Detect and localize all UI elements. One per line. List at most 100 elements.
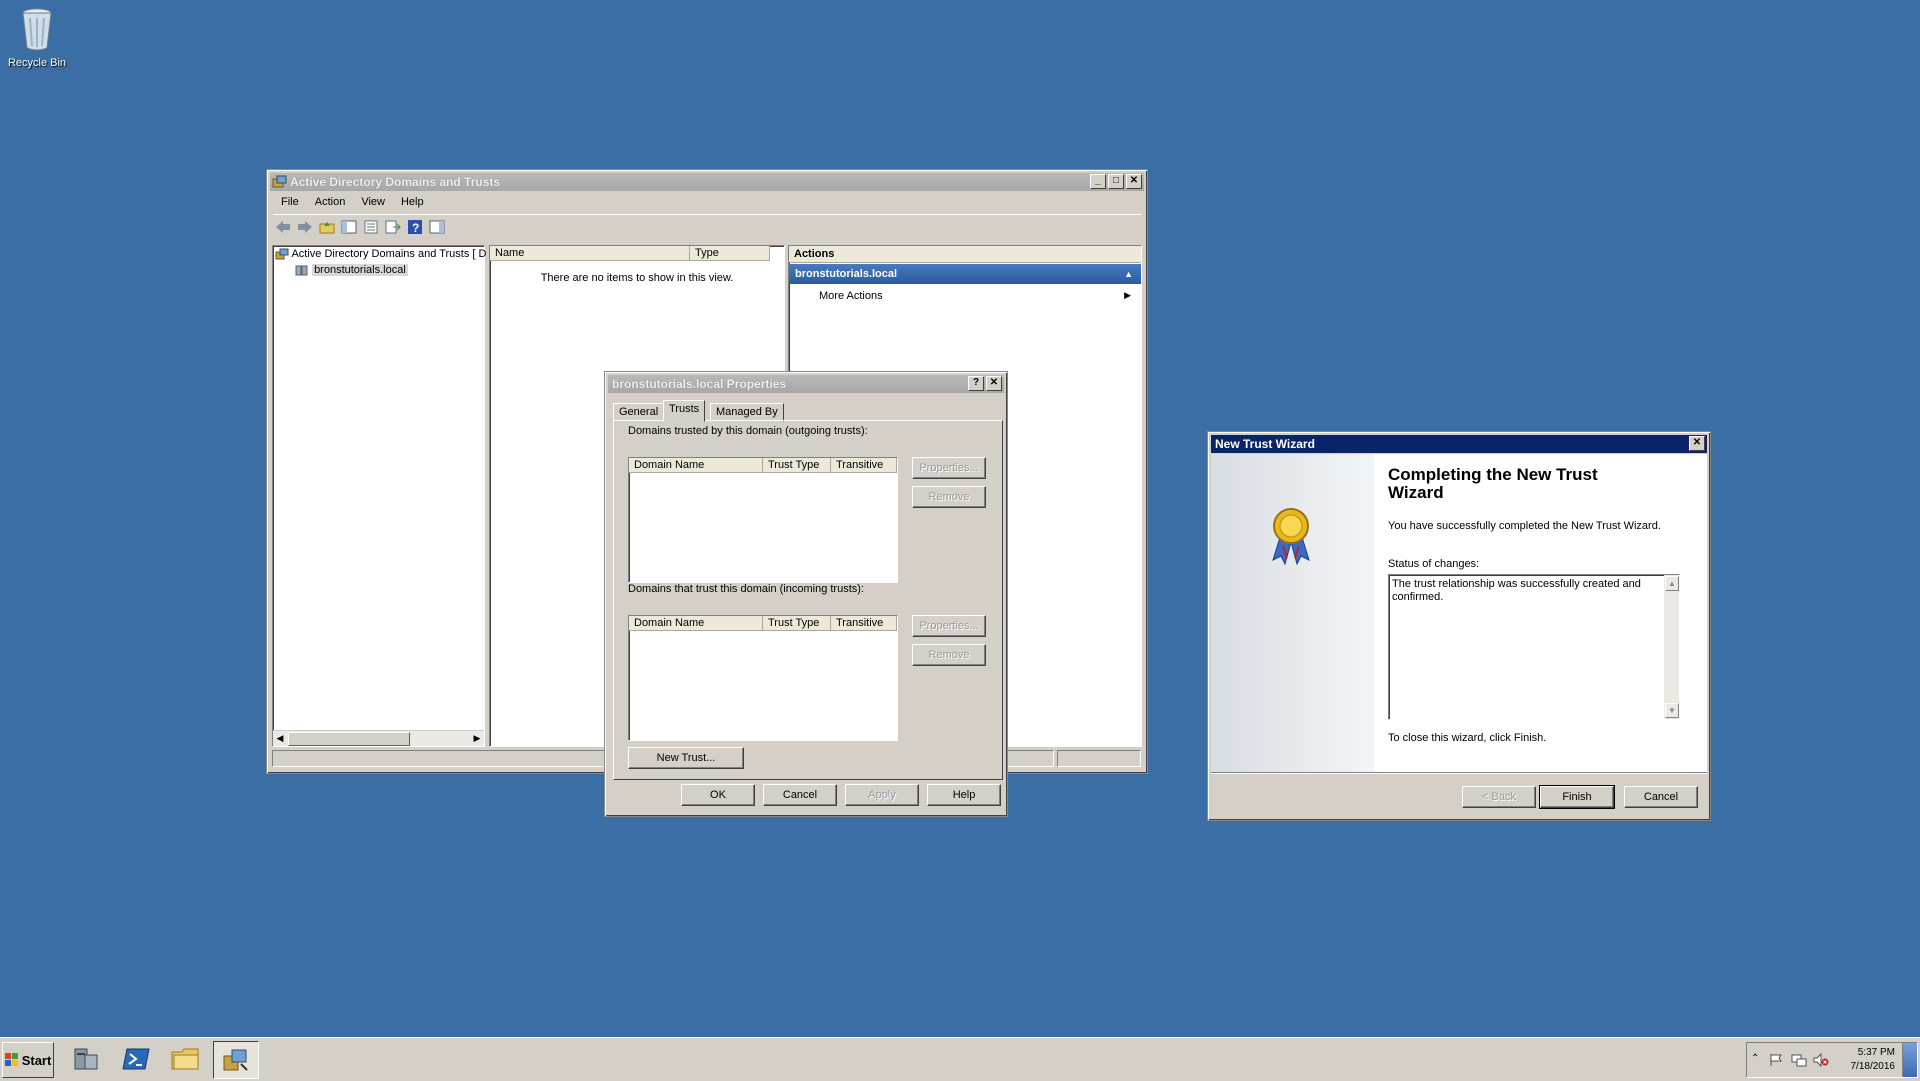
scroll-right-arrow[interactable]: ▶ [470, 731, 484, 746]
clock[interactable]: 5:37 PM 7/18/2016 [1843, 1046, 1896, 1074]
forward-icon[interactable] [295, 218, 315, 236]
start-button[interactable]: Start [2, 1042, 54, 1078]
incoming-trusts-list[interactable]: Domain Name Trust Type Transitive [628, 615, 898, 741]
scroll-left-arrow[interactable]: ◀ [273, 731, 287, 746]
more-actions-label: More Actions [819, 290, 883, 302]
in-col-domain[interactable]: Domain Name [629, 616, 763, 631]
trusts-tab-page: Domains trusted by this domain (outgoing… [613, 420, 1003, 780]
taskbar-powershell[interactable] [114, 1041, 158, 1077]
server-manager-icon [74, 1048, 98, 1070]
start-label: Start [21, 1052, 52, 1068]
submenu-arrow-icon: ▶ [1124, 290, 1131, 300]
collapse-icon[interactable]: ▲ [1124, 264, 1133, 284]
props-help-button[interactable]: Help [927, 784, 1001, 806]
ad-trusts-taskbar-icon [223, 1049, 248, 1071]
wizard-cancel-button[interactable]: Cancel [1624, 786, 1698, 808]
taskbar-ad-domains-trusts[interactable] [213, 1041, 259, 1079]
incoming-remove-button[interactable]: Remove [912, 644, 986, 666]
in-col-transitive[interactable]: Transitive [831, 616, 897, 631]
props-cancel-button[interactable]: Cancel [763, 784, 837, 806]
help-icon[interactable]: ? [405, 218, 425, 236]
show-action-pane-icon[interactable] [427, 218, 447, 236]
mmc-titlebar[interactable]: Active Directory Domains and Trusts _ □ … [270, 173, 1144, 191]
props-title: bronstutorials.local Properties [612, 377, 787, 391]
in-col-trust-type[interactable]: Trust Type [763, 616, 831, 631]
show-hidden-icons[interactable]: ⌃ [1751, 1053, 1759, 1064]
recycle-bin[interactable]: Recycle Bin [6, 6, 68, 69]
empty-list-message: There are no items to show in this view. [540, 272, 734, 284]
taskbar-explorer[interactable] [164, 1041, 208, 1077]
wizard-titlebar[interactable]: New Trust Wizard ✕ [1211, 435, 1707, 453]
outgoing-remove-button[interactable]: Remove [912, 486, 986, 508]
back-icon[interactable] [273, 218, 293, 236]
close-button[interactable]: ✕ [1126, 174, 1142, 189]
wizard-back-button[interactable]: < Back [1462, 786, 1536, 808]
outgoing-trusts-label: Domains trusted by this domain (outgoing… [628, 425, 868, 437]
show-desktop-button[interactable] [1902, 1043, 1917, 1077]
wizard-separator [1211, 772, 1707, 774]
powershell-icon [122, 1048, 150, 1070]
tree-pane[interactable]: Active Directory Domains and Trusts [ D … [272, 245, 486, 747]
award-ribbon-icon [1272, 508, 1310, 566]
wizard-success-text: You have successfully completed the New … [1388, 520, 1661, 532]
incoming-properties-button[interactable]: Properties... [912, 615, 986, 637]
tree-root-label: Active Directory Domains and Trusts [ D [291, 248, 487, 260]
mmc-menubar: File Action View Help [273, 194, 1141, 212]
more-actions-item[interactable]: More Actions ▶ [819, 290, 1139, 302]
menu-view[interactable]: View [353, 194, 393, 212]
new-trust-button[interactable]: New Trust... [628, 747, 744, 769]
actions-selected-section[interactable]: bronstutorials.local ▲ [789, 264, 1141, 284]
taskbar-server-manager[interactable] [64, 1041, 108, 1077]
mmc-title: Active Directory Domains and Trusts [290, 175, 501, 189]
actions-selected-label: bronstutorials.local [795, 268, 898, 280]
minimize-button[interactable]: _ [1090, 174, 1106, 189]
col-header-name[interactable]: Name [490, 246, 690, 261]
ad-trusts-app-icon [272, 175, 287, 188]
menu-file[interactable]: File [273, 194, 307, 212]
tree-hscrollbar[interactable]: ◀ ▶ [273, 730, 484, 746]
volume-muted-icon[interactable] [1813, 1053, 1829, 1067]
props-ok-button[interactable]: OK [681, 784, 755, 806]
tab-trusts[interactable]: Trusts [663, 400, 706, 422]
props-titlebar[interactable]: bronstutorials.local Properties ? ✕ [608, 375, 1004, 393]
network-icon[interactable] [1791, 1053, 1807, 1067]
wizard-finish-button[interactable]: Finish [1539, 785, 1615, 809]
properties-list-icon[interactable] [361, 218, 381, 236]
tree-item-domain[interactable]: bronstutorials.local [295, 264, 408, 276]
export-list-icon[interactable] [383, 218, 403, 236]
domain-icon [295, 265, 308, 276]
menu-help[interactable]: Help [393, 194, 432, 212]
out-col-transitive[interactable]: Transitive [831, 458, 897, 473]
out-col-trust-type[interactable]: Trust Type [763, 458, 831, 473]
props-apply-button[interactable]: Apply [845, 784, 919, 806]
tree-domain-label: bronstutorials.local [312, 264, 408, 276]
col-header-type[interactable]: Type [690, 246, 770, 261]
actions-header: Actions [789, 246, 1141, 263]
recycle-bin-icon [22, 8, 52, 51]
wizard-close-button[interactable]: ✕ [1689, 436, 1705, 451]
status-vscrollbar[interactable]: ▲ ▼ [1664, 575, 1679, 719]
clock-time: 5:37 PM [1857, 1047, 1895, 1058]
show-hide-tree-icon[interactable] [339, 218, 359, 236]
outgoing-trusts-list[interactable]: Domain Name Trust Type Transitive [628, 457, 898, 583]
out-col-domain[interactable]: Domain Name [629, 458, 763, 473]
outgoing-properties-button[interactable]: Properties... [912, 457, 986, 479]
status-textbox[interactable]: The trust relationship was successfully … [1388, 574, 1680, 720]
maximize-button[interactable]: □ [1108, 174, 1124, 189]
action-center-flag-icon[interactable] [1769, 1053, 1783, 1067]
props-close-button[interactable]: ✕ [986, 376, 1002, 391]
folder-icon [171, 1048, 199, 1070]
scroll-down-arrow[interactable]: ▼ [1665, 703, 1679, 718]
ad-trusts-tree-icon [275, 248, 289, 260]
scroll-up-arrow[interactable]: ▲ [1665, 576, 1679, 591]
notification-area: ⌃ 5:37 PM 7/18/2016 [1746, 1042, 1918, 1078]
incoming-trusts-label: Domains that trust this domain (incoming… [628, 583, 864, 595]
wizard-heading: Completing the New Trust Wizard [1388, 465, 1598, 502]
scroll-thumb[interactable] [288, 732, 410, 746]
clock-date: 7/18/2016 [1850, 1061, 1896, 1072]
new-trust-wizard: New Trust Wizard ✕ Completing the New Tr… [1207, 431, 1711, 821]
context-help-button[interactable]: ? [968, 376, 984, 391]
menu-action[interactable]: Action [307, 194, 354, 212]
up-folder-icon[interactable] [317, 218, 337, 236]
tree-root[interactable]: Active Directory Domains and Trusts [ D [275, 248, 486, 260]
